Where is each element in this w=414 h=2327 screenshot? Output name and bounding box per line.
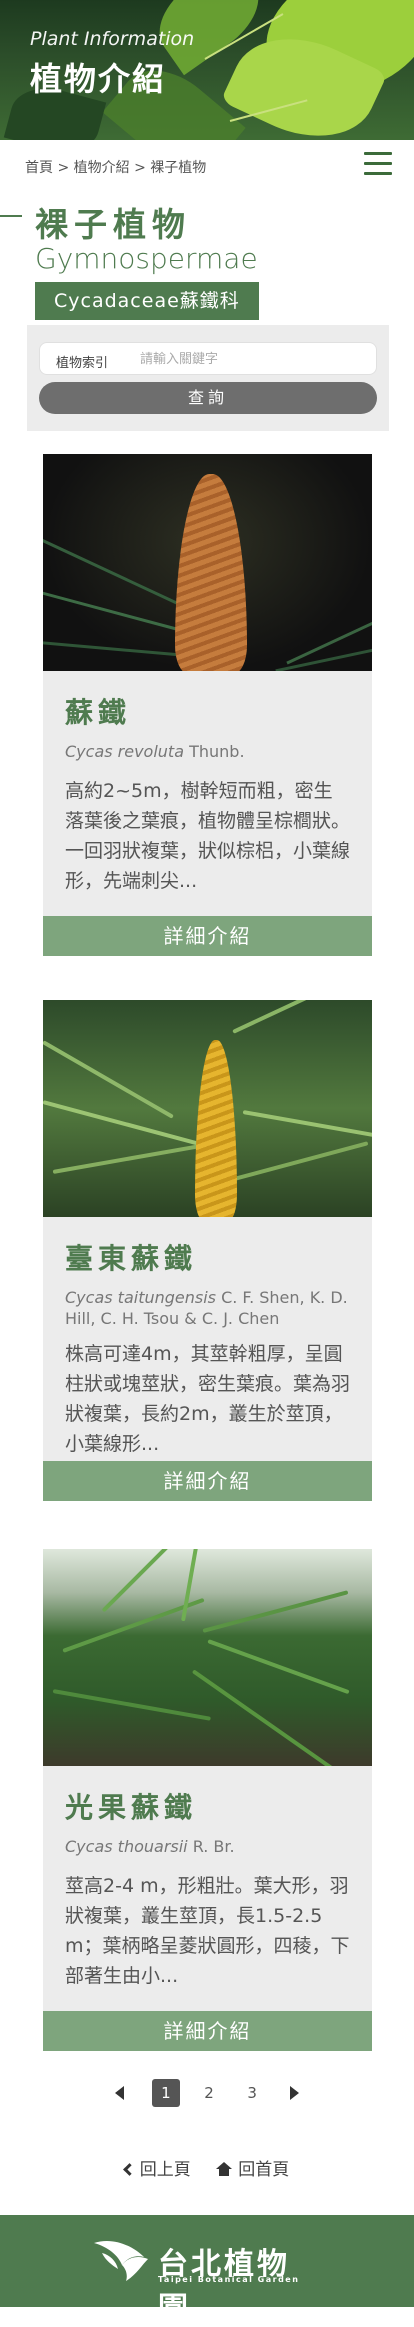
page-link-3[interactable]: 3 bbox=[238, 2079, 266, 2107]
site-logo[interactable]: 台北植物園 Taipei Botanical Garden bbox=[92, 2235, 322, 2326]
footer: 台北植物園 Taipei Botanical Garden bbox=[0, 2215, 414, 2326]
breadcrumb-plant-info[interactable]: 植物介紹 bbox=[74, 160, 130, 176]
home-icon bbox=[216, 2162, 233, 2176]
page-link-1[interactable]: 1 bbox=[151, 2079, 180, 2107]
banner-title: 植物介紹 bbox=[30, 60, 167, 98]
header-banner: Plant Information 植物介紹 bbox=[0, 0, 414, 140]
detail-button[interactable]: 詳細介紹 bbox=[43, 2011, 372, 2051]
detail-button[interactable]: 詳細介紹 bbox=[43, 916, 372, 956]
bird-logo-icon bbox=[94, 2240, 148, 2281]
chevron-left-icon bbox=[122, 2163, 136, 2176]
category-title-en: Gymnospermae bbox=[35, 242, 258, 275]
plant-photo-cycas-revoluta[interactable] bbox=[43, 454, 372, 671]
plant-card: 光果蘇鐵 Cycas thouarsii R. Br. 莖高2-4 m，形粗壯。… bbox=[43, 1549, 372, 2051]
plant-scientific-name: Cycas thouarsii R. Br. bbox=[65, 1837, 235, 1856]
plant-scientific-name: Cycas revoluta Thunb. bbox=[65, 742, 245, 761]
plant-description: 莖高2-4 m，形粗壯。葉大形，羽狀複葉，叢生莖頂，長1.5-2.5 m；葉柄略… bbox=[65, 1875, 350, 1987]
category-heading: 裸子植物 Gymnospermae Cycadaceae蘇鐵科 bbox=[0, 190, 414, 325]
plant-list: 蘇鐵 Cycas revoluta Thunb. 高約2~5m，樹幹短而粗，密生… bbox=[0, 431, 414, 2051]
family-badge: Cycadaceae蘇鐵科 bbox=[35, 282, 259, 320]
category-title-zh: 裸子植物 bbox=[35, 205, 191, 244]
next-page-icon[interactable] bbox=[290, 2086, 300, 2100]
plant-name: 蘇鐵 bbox=[65, 696, 132, 729]
breadcrumb: 首頁 > 植物介紹 > 裸子植物 bbox=[25, 157, 206, 177]
breadcrumb-separator: > bbox=[134, 160, 146, 176]
plant-card: 蘇鐵 Cycas revoluta Thunb. 高約2~5m，樹幹短而粗，密生… bbox=[43, 454, 372, 956]
plant-description: 高約2~5m，樹幹短而粗，密生落葉後之葉痕，植物體呈棕櫚狀。一回羽狀複葉，狀似棕… bbox=[65, 780, 350, 892]
breadcrumb-home[interactable]: 首頁 bbox=[25, 160, 53, 176]
plant-name: 光果蘇鐵 bbox=[65, 1791, 198, 1824]
search-input[interactable] bbox=[140, 348, 365, 370]
home-link[interactable]: 回首頁 bbox=[216, 2139, 289, 2201]
detail-button[interactable]: 詳細介紹 bbox=[43, 1461, 372, 1501]
pagination: 1 2 3 bbox=[0, 2079, 414, 2139]
page-nav: 回上頁 回首頁 bbox=[0, 2139, 414, 2201]
logo-text-en: Taipei Botanical Garden bbox=[158, 2275, 300, 2284]
search-button[interactable]: 查詢 bbox=[39, 382, 377, 414]
breadcrumb-separator: > bbox=[57, 160, 70, 176]
search-label: 植物索引 bbox=[56, 356, 109, 371]
plant-photo-cycas-taitungensis[interactable] bbox=[43, 1000, 372, 1217]
hamburger-menu-icon[interactable] bbox=[364, 152, 392, 176]
page-link-2[interactable]: 2 bbox=[195, 2079, 223, 2107]
heading-accent-line bbox=[0, 215, 22, 217]
search-panel: 植物索引 查詢 bbox=[27, 325, 389, 431]
plant-name: 臺東蘇鐵 bbox=[65, 1242, 198, 1275]
search-field: 植物索引 bbox=[39, 342, 377, 375]
plant-photo-cycas-thouarsii[interactable] bbox=[43, 1549, 372, 1766]
plant-scientific-name: Cycas taitungensis C. F. Shen, K. D. Hil… bbox=[65, 1288, 348, 1328]
prev-page-icon[interactable] bbox=[114, 2086, 124, 2100]
breadcrumb-current: 裸子植物 bbox=[150, 160, 207, 176]
banner-subtitle: Plant Information bbox=[30, 28, 195, 50]
plant-description: 株高可達4m，其莖幹粗厚，呈圓柱狀或塊莖狀，密生葉痕。葉為羽狀複葉，長約2m，叢… bbox=[65, 1343, 350, 1455]
plant-card: 臺東蘇鐵 Cycas taitungensis C. F. Shen, K. D… bbox=[43, 1000, 372, 1501]
back-link[interactable]: 回上頁 bbox=[122, 2139, 191, 2201]
